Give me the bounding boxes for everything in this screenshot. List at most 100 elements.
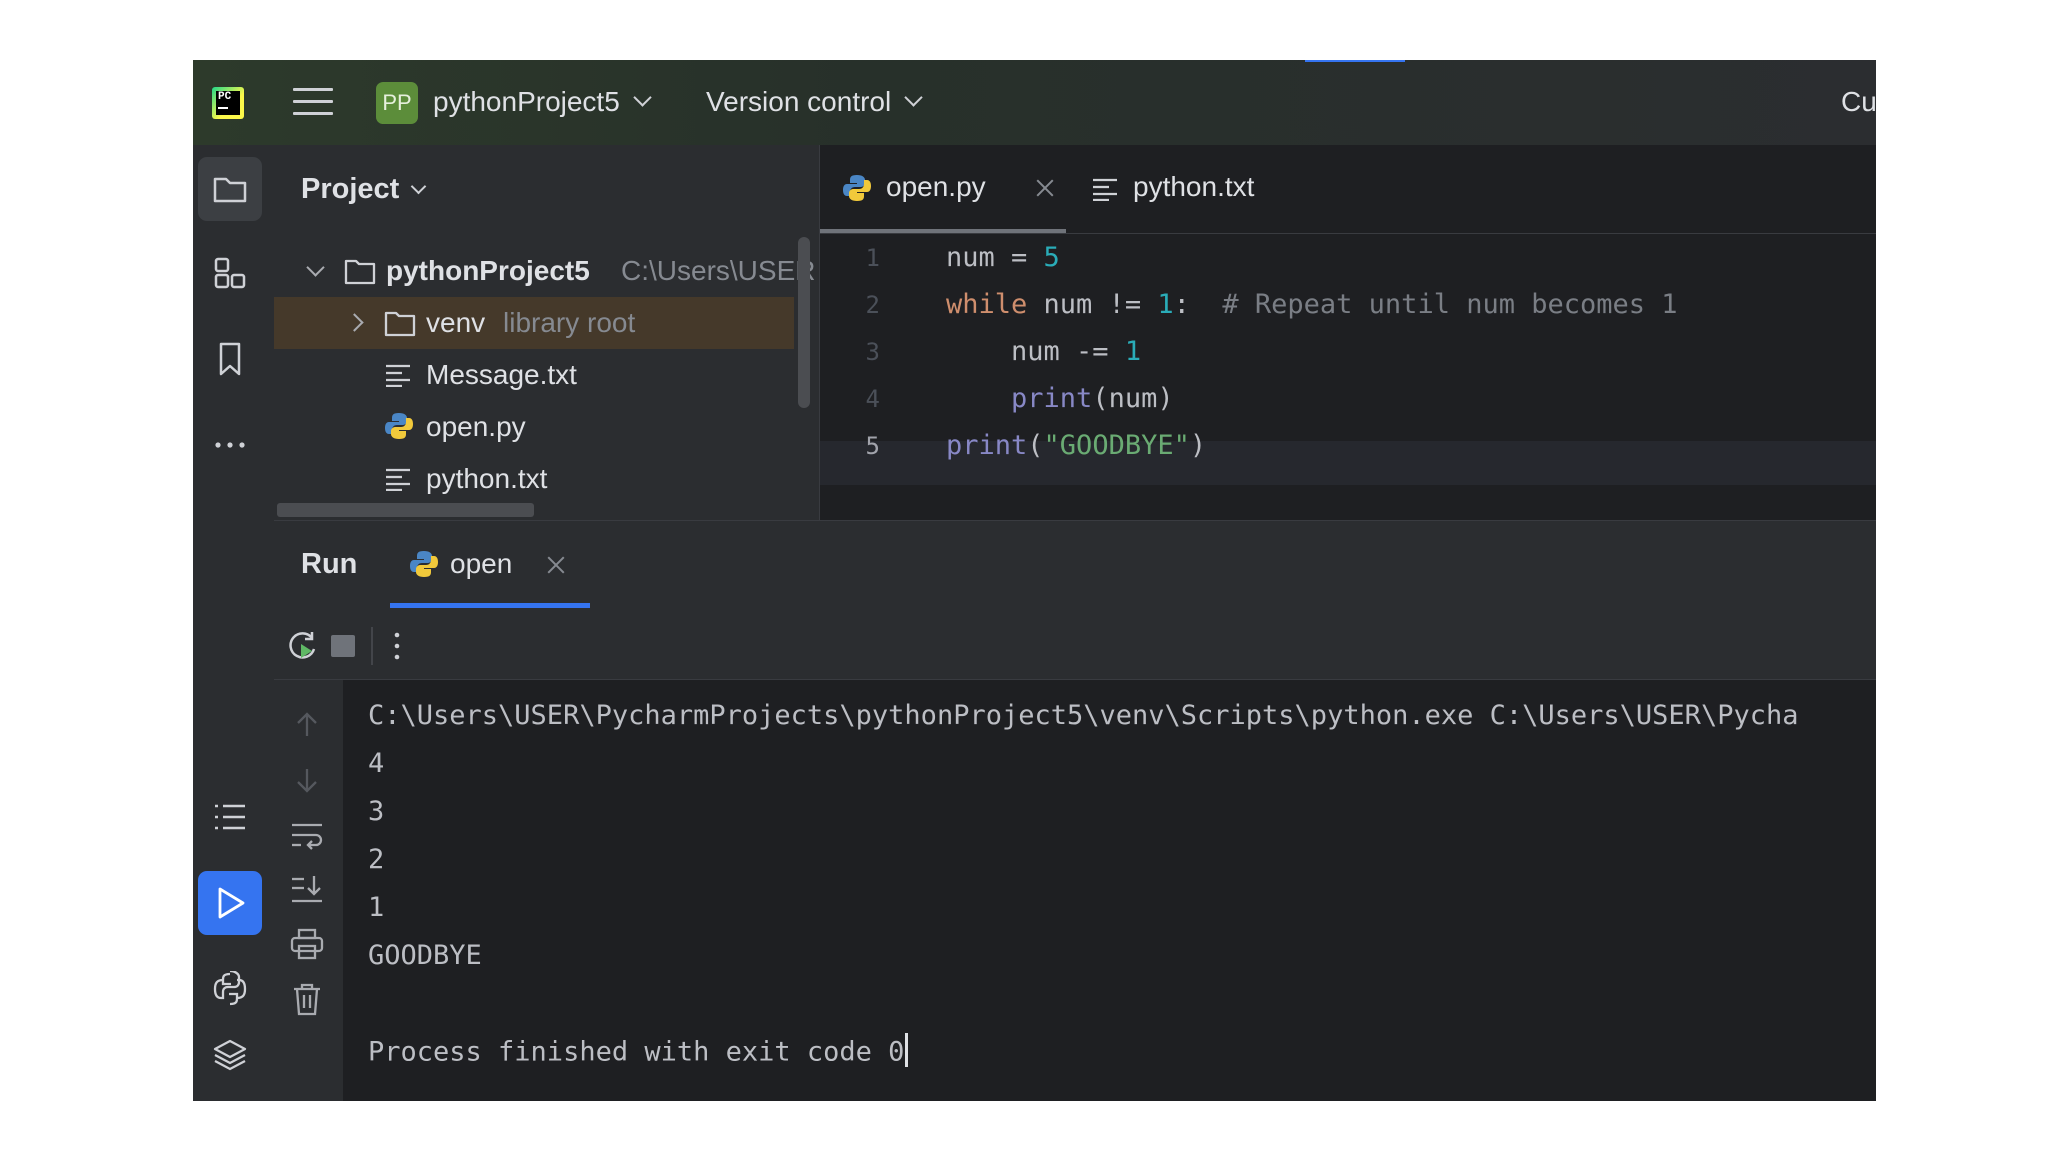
tree-item-message-txt[interactable]: Message.txt [274,349,794,401]
run-panel-title: Run [301,548,358,580]
structure-tool-button[interactable] [198,241,262,305]
tree-item-label: pythonProject5 [386,255,590,286]
console-exit-line: Process finished with exit code 0 [368,1033,909,1070]
logo-text: PC [218,91,232,103]
tree-item-label: venv [426,307,486,338]
main-toolbar: PC PP pythonProject5 Version control Cu [193,60,1876,145]
tab-label: open.py [886,171,986,202]
tree-item-label: python.txt [426,463,548,494]
folder-icon [344,259,376,285]
folder-icon [384,311,416,337]
project-selector[interactable]: pythonProject5 [433,86,652,118]
todo-list-icon [215,804,245,830]
line-number: 4 [865,385,880,413]
arrow-down-icon[interactable] [292,765,322,795]
chevron-down-icon[interactable] [306,258,325,277]
more-tools-button[interactable] [198,413,262,477]
console-line: GOODBYE [368,940,482,971]
project-horizontal-scrollbar[interactable] [277,503,534,517]
tree-item-library-root-hint: library root [503,307,636,338]
toolbar-accent-line [1305,60,1405,62]
code-line[interactable]: while num != 1: # Repeat until num becom… [946,289,1678,320]
run-toolbar [274,609,1876,680]
chevron-down-icon [633,88,652,107]
tab-label: python.txt [1133,171,1255,202]
console-line: C:\Users\USER\PycharmProjects\pythonProj… [368,700,1799,731]
structure-icon [214,257,246,289]
chevron-down-icon [411,178,427,195]
project-view-selector[interactable]: Project [301,173,427,206]
active-run-tab-indicator [390,603,590,608]
run-tab-label: open [450,548,513,579]
services-tool-button[interactable] [198,1023,262,1087]
line-number: 2 [865,291,880,319]
python-console-icon [213,971,247,1006]
console-line: 1 [368,892,385,923]
run-icon [218,887,245,919]
scroll-to-end-icon[interactable] [290,874,324,904]
project-tool-button[interactable] [198,157,262,221]
project-vertical-scrollbar[interactable] [798,237,810,408]
pycharm-logo[interactable]: PC [212,87,244,119]
console-line: 4 [368,748,385,779]
text-file-icon [386,468,410,491]
main-menu-icon[interactable] [293,88,333,118]
run-header: Run open [274,521,1876,610]
line-number: 3 [865,338,880,366]
python-console-button[interactable] [198,957,262,1021]
code-line[interactable]: num = 5 [946,242,1060,273]
tree-item-path-hint: C:\Users\USER [621,255,816,286]
version-control-label: Version control [706,86,892,117]
python-file-icon [385,413,413,439]
code-line[interactable]: num -= 1 [946,336,1141,367]
python-file-icon [843,175,871,201]
tree-item-python-txt[interactable]: python.txt [274,453,794,505]
trash-icon[interactable] [292,982,322,1016]
toolbar-right-clipped-label[interactable]: Cu [1841,86,1876,118]
print-icon[interactable] [290,928,324,960]
code-editor: open.py python.txt 1 2 3 4 5 num = 5 whi… [819,145,1876,520]
text-file-icon [1093,178,1117,201]
python-file-icon [410,551,438,577]
more-icon [215,442,245,448]
run-tab-open[interactable]: open [390,521,590,609]
line-number-gutter[interactable]: 1 2 3 4 5 [820,233,920,520]
stop-icon[interactable] [331,635,355,657]
console-line: 2 [368,844,385,875]
project-badge[interactable]: PP [376,82,418,124]
layers-icon [213,1039,247,1071]
chevron-right-icon[interactable] [345,313,364,332]
arrow-up-icon[interactable] [292,710,322,740]
console-line: 3 [368,796,385,827]
close-icon[interactable] [545,554,567,576]
toolbar-separator [371,627,373,665]
console-output[interactable]: C:\Users\USER\PycharmProjects\pythonProj… [343,680,1876,1101]
pycharm-window: PC PP pythonProject5 Version control Cu [193,60,1876,1101]
editor-tab-bar: open.py python.txt [820,145,1876,234]
tree-item-label: open.py [426,411,526,442]
line-number-current: 5 [865,432,880,460]
text-caret [905,1033,909,1067]
todo-tool-button[interactable] [198,785,262,849]
console-line-text: Process finished with exit code 0 [368,1036,905,1068]
rerun-icon[interactable] [286,629,320,663]
run-tool-window: Run open C:\Users\USER\PycharmProjects\p… [274,520,1876,1101]
tree-item-open-py[interactable]: open.py [274,401,794,453]
more-vertical-icon[interactable] [390,629,404,663]
project-panel-title: Project [301,173,400,205]
version-control-menu[interactable]: Version control [706,86,923,118]
project-tool-window: Project pythonProject5 C:\Users\USER ven… [274,145,819,520]
soft-wrap-icon[interactable] [290,820,324,850]
close-icon[interactable] [1034,177,1056,199]
chevron-down-icon [904,88,923,107]
run-tool-button[interactable] [198,871,262,935]
tree-item-pythonproject5[interactable]: pythonProject5 C:\Users\USER [274,245,815,297]
line-number: 1 [865,244,880,272]
code-line[interactable]: print("GOODBYE") [946,430,1206,461]
tree-item-venv[interactable]: venv library root [274,297,794,349]
bookmark-icon [219,342,241,376]
code-line[interactable]: print(num) [946,383,1174,414]
text-file-icon [386,364,410,387]
tree-item-label: Message.txt [426,359,577,390]
bookmarks-tool-button[interactable] [198,327,262,391]
